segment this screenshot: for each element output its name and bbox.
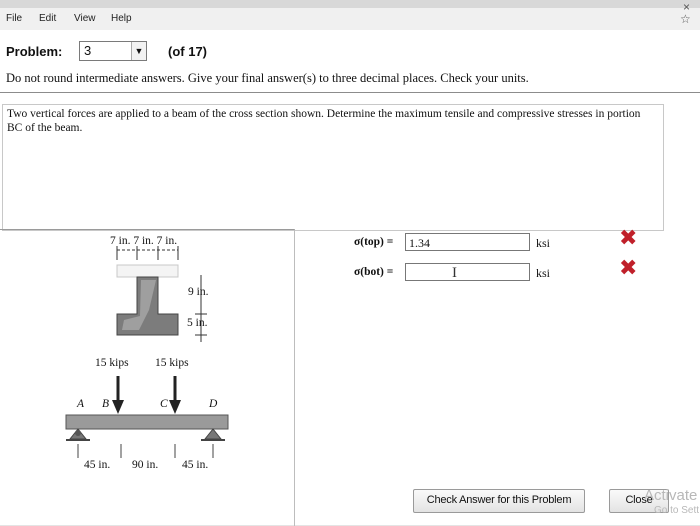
point-d-label: D xyxy=(209,398,218,410)
menu-view[interactable]: View xyxy=(74,13,96,24)
load-label-2: 15 kips xyxy=(155,357,189,369)
x-mark-icon: ✖ xyxy=(619,256,638,281)
menu-edit[interactable]: Edit xyxy=(39,13,56,24)
sigma-top-input[interactable]: 1.34 xyxy=(405,233,530,251)
star-icon[interactable]: ☆ xyxy=(680,12,691,26)
title-bar xyxy=(0,0,700,8)
point-a-label: A xyxy=(77,398,85,410)
chevron-down-icon[interactable]: ▼ xyxy=(131,42,146,60)
text-cursor-icon: I xyxy=(452,265,457,281)
dim-5-in: 5 in. xyxy=(187,317,208,329)
problem-count: (of 17) xyxy=(168,44,207,59)
dim-9-in: 9 in. xyxy=(188,286,209,298)
menu-file[interactable]: File xyxy=(6,13,22,24)
beam-figure xyxy=(65,246,229,458)
problem-select[interactable]: 3 ▼ xyxy=(79,41,147,61)
point-b-label: B xyxy=(102,398,110,410)
dim-top-widths: 7 in. 7 in. 7 in. xyxy=(110,235,178,247)
span-bc: 90 in. xyxy=(132,459,159,471)
sigma-bot-input[interactable] xyxy=(405,263,530,281)
activation-watermark: Activate xyxy=(644,487,698,504)
divider xyxy=(0,92,700,93)
menu-bar: File Edit View Help × ☆ xyxy=(0,0,700,30)
activation-watermark-sub: Go to Sett xyxy=(654,505,700,516)
loaded-beam xyxy=(65,376,229,458)
check-answer-button[interactable]: Check Answer for this Problem xyxy=(413,489,585,513)
sigma-top-label: σ(top) = xyxy=(354,236,394,248)
menu-help[interactable]: Help xyxy=(111,13,132,24)
instructions-text: Do not round intermediate answers. Give … xyxy=(6,71,529,85)
x-mark-icon: ✖ xyxy=(619,226,638,251)
problem-label: Problem: xyxy=(6,44,63,59)
problem-number: 3 xyxy=(84,43,92,58)
point-c-label: C xyxy=(160,398,168,410)
sigma-bot-unit: ksi xyxy=(536,266,551,280)
load-label-1: 15 kips xyxy=(95,357,129,369)
span-ab: 45 in. xyxy=(84,459,111,471)
question-text: Two vertical forces are applied to a bea… xyxy=(7,108,641,134)
sigma-bot-label: σ(bot) = xyxy=(354,266,394,278)
sigma-top-unit: ksi xyxy=(536,236,551,250)
span-cd: 45 in. xyxy=(182,459,209,471)
